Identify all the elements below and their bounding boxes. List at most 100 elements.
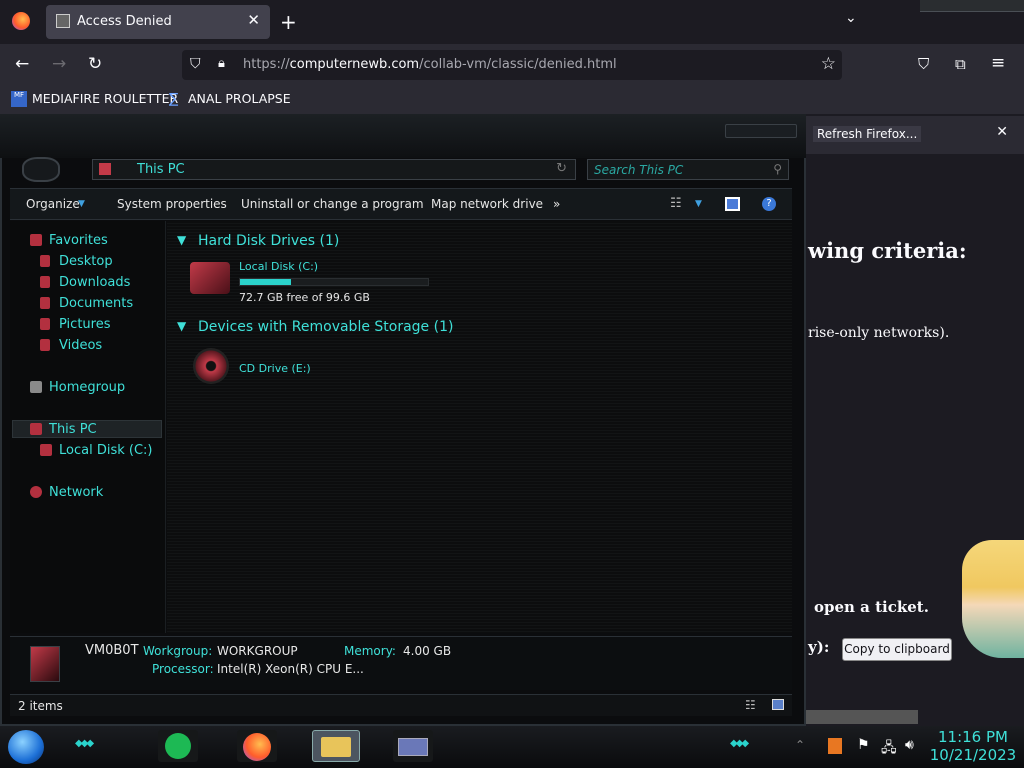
search-icon[interactable]: ⚲ [773, 162, 782, 176]
bookmark-second[interactable]: ANAL PROLAPSE [188, 91, 291, 106]
organize-button[interactable]: Organize [26, 197, 80, 211]
taskbar-decoration: ◆◆◆ [730, 738, 749, 749]
mediafire-icon: MF [11, 91, 27, 107]
page-text-label: y): [808, 638, 830, 656]
tab-title: Access Denied [77, 14, 172, 29]
memory-label: Memory: [344, 644, 396, 658]
tiles-view-icon[interactable] [772, 699, 784, 710]
scrollbar-thumb[interactable] [805, 710, 918, 724]
window-titlebar[interactable] [0, 114, 806, 158]
window-controls[interactable] [725, 124, 797, 138]
videos-icon [40, 339, 50, 351]
system-properties-button[interactable]: System properties [117, 197, 227, 211]
computer-thumbnail-icon [30, 646, 60, 682]
page-icon [56, 14, 70, 28]
address-text: This PC [137, 162, 185, 177]
notification-text[interactable]: Refresh Firefox... [813, 126, 922, 142]
homegroup-icon [30, 381, 42, 393]
back-icon[interactable]: ← [15, 54, 29, 74]
window-taskbar-icon[interactable] [393, 730, 433, 762]
java-tray-icon[interactable] [828, 738, 842, 754]
details-view-icon[interactable]: ☷ [745, 698, 756, 712]
explorer-taskbar-icon[interactable] [312, 730, 360, 762]
page-heading: wing criteria: [808, 238, 967, 263]
nav-local-disk[interactable]: Local Disk (C:) [59, 443, 152, 458]
pictures-icon [40, 318, 50, 330]
nav-homegroup[interactable]: Homegroup [49, 380, 125, 395]
notification-bar: Refresh Firefox... ✕ [805, 116, 1024, 154]
memory-value: 4.00 GB [403, 644, 452, 658]
chevron-down-icon: ▼ [78, 199, 85, 209]
list-all-tabs-icon[interactable]: ⌄ [845, 10, 857, 26]
desktop-icon [40, 255, 50, 267]
group-hard-disk-drives[interactable]: Hard Disk Drives (1) [198, 233, 339, 249]
item-count: 2 items [18, 699, 63, 713]
drive-e-item[interactable]: CD Drive (E:) [186, 344, 336, 388]
volume-tray-icon[interactable]: 🔊︎ [905, 737, 914, 753]
spotify-taskbar-icon[interactable] [158, 730, 198, 762]
more-commands-button[interactable]: » [553, 197, 560, 211]
map-network-drive-button[interactable]: Map network drive [431, 197, 543, 211]
shield-icon[interactable]: ⛉ [190, 56, 201, 72]
start-orb[interactable] [8, 730, 44, 764]
computer-name: VM0B0T [85, 643, 139, 658]
chevron-down-icon[interactable]: ▼ [177, 233, 186, 247]
reload-icon[interactable]: ↻ [88, 54, 102, 74]
search-placeholder: Search This PC [594, 163, 684, 177]
taskbar-decoration: ◆◆◆ [75, 738, 94, 749]
group-removable-storage[interactable]: Devices with Removable Storage (1) [198, 319, 453, 335]
network-icon [30, 486, 42, 498]
clock-time: 11:16 PM [938, 728, 1008, 746]
flag-tray-icon[interactable]: ⚑ [857, 737, 870, 753]
help-icon[interactable]: ? [762, 197, 776, 211]
view-options-icon[interactable]: ☷ [670, 196, 682, 211]
back-forward-orb[interactable] [22, 157, 60, 182]
bookmark-mediafire[interactable]: MEDIAFIRE ROULETTER [32, 91, 178, 106]
url-bar[interactable]: ⛉ 🔒︎ https://computernewb.com/collab-vm/… [182, 50, 842, 80]
processor-label: Processor: [152, 662, 214, 676]
forward-icon[interactable]: → [52, 54, 66, 74]
tab-access-denied[interactable]: Access Denied ✕ [46, 5, 270, 39]
nav-pictures[interactable]: Pictures [59, 317, 110, 332]
chevron-down-icon[interactable]: ▼ [695, 199, 702, 209]
address-bar[interactable]: This PC ↻ [92, 159, 576, 180]
nav-documents[interactable]: Documents [59, 296, 133, 311]
close-icon[interactable]: ✕ [996, 124, 1008, 140]
firefox-taskbar-icon[interactable] [237, 730, 277, 762]
menu-icon[interactable]: ≡ [991, 53, 1005, 73]
nav-desktop[interactable]: Desktop [59, 254, 113, 269]
new-tab-button[interactable]: + [280, 10, 297, 34]
drive-c-free-text: 72.7 GB free of 99.6 GB [239, 291, 370, 304]
page-text-line: rise-only networks). [808, 325, 950, 341]
nav-downloads[interactable]: Downloads [59, 275, 130, 290]
drive-e-label: CD Drive (E:) [239, 362, 311, 375]
clock[interactable]: 11:16 PM 10/21/2023 [928, 728, 1018, 764]
nav-network[interactable]: Network [49, 485, 103, 500]
pocket-icon[interactable]: ⛉ [918, 55, 929, 73]
bookmarks-toolbar: MF MEDIAFIRE ROULETTER ∑ ANAL PROLAPSE [0, 86, 1024, 114]
firefox-menu-icon[interactable] [12, 12, 30, 30]
workgroup-value: WORKGROUP [217, 644, 298, 658]
search-input[interactable]: Search This PC ⚲ [587, 159, 789, 180]
uninstall-program-button[interactable]: Uninstall or change a program [241, 197, 424, 211]
preview-pane-icon[interactable] [725, 197, 740, 211]
star-icon [30, 234, 42, 246]
extensions-icon[interactable]: ⧉ [955, 55, 966, 73]
nav-favorites[interactable]: Favorites [49, 233, 108, 248]
hard-drive-icon [190, 262, 230, 294]
show-hidden-icons[interactable]: ⌃ [795, 738, 805, 752]
bookmark-icon: ∑ [169, 91, 179, 107]
drive-c-usage-bar [239, 278, 429, 286]
computer-icon [30, 423, 42, 435]
nav-this-pc[interactable]: This PC [49, 422, 97, 437]
drive-c-item[interactable]: Local Disk (C:) 72.7 GB free of 99.6 GB [186, 256, 430, 306]
refresh-icon[interactable]: ↻ [556, 161, 567, 176]
chevron-down-icon[interactable]: ▼ [177, 319, 186, 333]
bookmark-star-icon[interactable]: ☆ [821, 54, 836, 74]
taskbar [0, 726, 1024, 768]
lock-icon[interactable]: 🔒︎ [218, 56, 225, 71]
close-icon[interactable]: ✕ [247, 11, 260, 29]
copy-to-clipboard-button[interactable]: Copy to clipboard [842, 638, 952, 661]
nav-videos[interactable]: Videos [59, 338, 102, 353]
network-tray-icon[interactable]: 🖧︎ [881, 737, 897, 761]
